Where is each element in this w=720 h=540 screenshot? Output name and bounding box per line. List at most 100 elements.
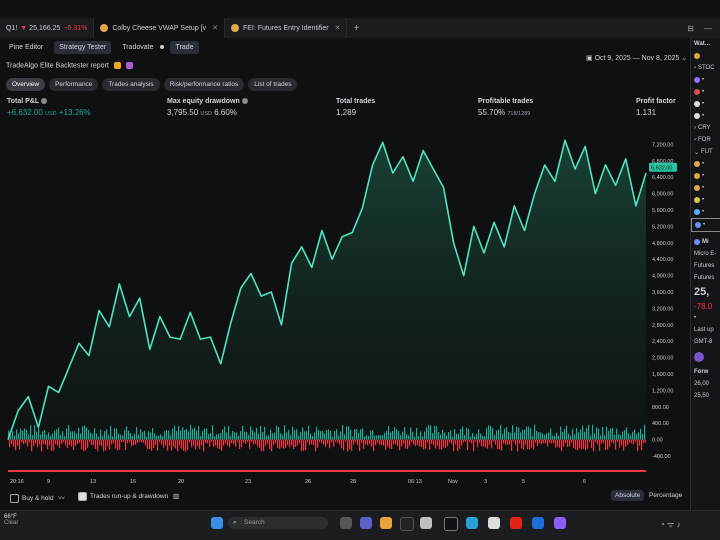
drawdown-bar: [483, 439, 485, 447]
file-explorer-icon[interactable]: [380, 517, 392, 529]
runup-bar: [160, 434, 162, 440]
sidebar-section-futures[interactable]: ⌄ FUT: [691, 146, 720, 158]
tab-fei[interactable]: FEI: Futures Entry Identifier ✕: [225, 18, 348, 38]
info-icon[interactable]: [241, 98, 248, 105]
runup-bar: [418, 436, 420, 440]
date-range-selector[interactable]: ▣ Oct 9, 2025 — Nov 8, 2025 ⌄: [586, 54, 687, 62]
tab-trades-analysis[interactable]: Trades analysis: [102, 78, 160, 91]
tab-ticker[interactable]: Q1! ▼ 25,166.25 −0.31%: [0, 18, 95, 38]
runup-bar: [272, 433, 274, 440]
sidebar-widget[interactable]: [691, 348, 720, 366]
sidebar-row[interactable]: •: [691, 98, 720, 110]
teams-icon[interactable]: [360, 517, 372, 529]
tab-performance[interactable]: Performance: [49, 78, 99, 91]
y-tick-label: 1,600.00: [652, 372, 673, 378]
runup-checkbox[interactable]: [78, 492, 87, 501]
info-icon[interactable]: [41, 98, 48, 105]
runup-bar: [618, 434, 620, 440]
sidebar-row[interactable]: •: [691, 158, 720, 170]
tradingview-icon[interactable]: [444, 517, 458, 531]
sidebar-row[interactable]: •: [691, 194, 720, 206]
sidebar-section-stocks[interactable]: › STOC: [691, 62, 720, 74]
runup-bar: [532, 436, 534, 440]
new-tab-button[interactable]: +: [353, 23, 359, 34]
system-tray[interactable]: ◔ ᯤ ♪: [660, 519, 681, 530]
messenger-icon[interactable]: [554, 517, 566, 529]
sidebar-section-crypto[interactable]: › CRY: [691, 122, 720, 134]
tab-list-of-trades[interactable]: List of trades: [248, 78, 298, 91]
runup-bar: [402, 431, 404, 440]
runup-bar: [236, 432, 238, 440]
runup-bar: [526, 426, 528, 440]
tab-risk-ratios[interactable]: Risk/performance ratios: [163, 78, 245, 91]
drawdown-bar: [409, 439, 411, 447]
drawdown-bar: [553, 439, 555, 444]
absolute-button[interactable]: Absolute: [611, 490, 645, 501]
y-tick-label: 4,000.00: [652, 274, 673, 280]
runup-bar: [426, 427, 428, 440]
drawdown-strip: [8, 470, 646, 472]
runup-bar: [154, 433, 156, 440]
drawdown-bar: [129, 439, 131, 443]
close-tab-icon[interactable]: ✕: [335, 24, 341, 32]
taskbar-search[interactable]: ⌕ Search: [228, 517, 328, 529]
mail-icon[interactable]: [532, 517, 544, 529]
drawdown-bar: [189, 439, 191, 443]
percentage-button[interactable]: Percentage: [649, 492, 682, 499]
sidebar-row[interactable]: •: [691, 182, 720, 194]
strategy-source-icon[interactable]: [125, 62, 133, 69]
sidebar-row-selected[interactable]: •: [691, 218, 720, 232]
chevron-down-icon: ⌄: [681, 55, 688, 62]
runup-bar: [182, 427, 184, 440]
sidebar-row[interactable]: [691, 50, 720, 62]
drawdown-bar: [255, 439, 257, 444]
windows-start-icon[interactable]: [211, 517, 223, 529]
buy-hold-checkbox[interactable]: [10, 493, 19, 503]
watchlist-title[interactable]: Wat...: [691, 38, 720, 50]
runup-bar: [158, 435, 160, 440]
strategy-tester-button[interactable]: Strategy Tester: [54, 40, 112, 54]
chrome-icon[interactable]: [488, 517, 500, 529]
runup-toggle[interactable]: Trades run-up & drawdown ▥: [78, 492, 179, 501]
edge-icon[interactable]: [466, 517, 478, 529]
gift-icon[interactable]: ⊟: [687, 24, 694, 33]
drawdown-bar: [71, 439, 73, 447]
buy-hold-toggle[interactable]: Buy & hold 〰: [10, 492, 65, 503]
drawdown-bar: [153, 439, 155, 448]
pine-editor-button[interactable]: Pine Editor: [4, 41, 48, 54]
runup-bar: [624, 429, 626, 440]
tradovate-button[interactable]: Tradovate: [117, 41, 158, 54]
runup-bar: [216, 434, 218, 440]
amazon-icon[interactable]: [400, 517, 414, 531]
sidebar-row[interactable]: •: [691, 74, 720, 86]
equity-chart[interactable]: 7,200.006,800.006,400.006,000.005,600.00…: [0, 118, 690, 490]
weather-widget[interactable]: 66°F Clear: [4, 514, 18, 526]
sidebar-row[interactable]: •: [691, 170, 720, 182]
symbol-flag-icon: [694, 239, 700, 245]
store-icon[interactable]: [420, 517, 432, 529]
close-tab-icon[interactable]: ✕: [212, 24, 218, 32]
runup-bar: [350, 429, 352, 440]
tab-colby-cheese[interactable]: Colby Cheese VWAP Setup [v ✕: [94, 18, 225, 38]
total-pl-pct: +13.26%: [58, 108, 91, 117]
sidebar-row[interactable]: •: [691, 110, 720, 122]
drawdown-bar: [417, 439, 419, 445]
trade-button[interactable]: Trade: [170, 40, 199, 54]
drawdown-bar: [217, 439, 219, 449]
runup-bar: [630, 435, 632, 440]
runup-bar: [320, 431, 322, 440]
runup-bar: [538, 432, 540, 440]
drawdown-bar: [631, 439, 633, 444]
tab-overview[interactable]: Overview: [6, 78, 46, 91]
strategy-settings-icon[interactable]: [113, 62, 121, 69]
sidebar-section-forex[interactable]: › FOR: [691, 134, 720, 146]
tab-label: Colby Cheese VWAP Setup [v: [112, 24, 207, 32]
drawdown-bar: [167, 439, 169, 451]
minimize-icon[interactable]: —: [704, 24, 712, 33]
drawdown-bar: [15, 439, 17, 451]
youtube-icon[interactable]: [510, 517, 522, 529]
sidebar-row[interactable]: •: [691, 86, 720, 98]
forward-value: 26,00: [694, 381, 710, 387]
sidebar-row[interactable]: •: [691, 206, 720, 218]
task-view-icon[interactable]: [340, 517, 352, 529]
